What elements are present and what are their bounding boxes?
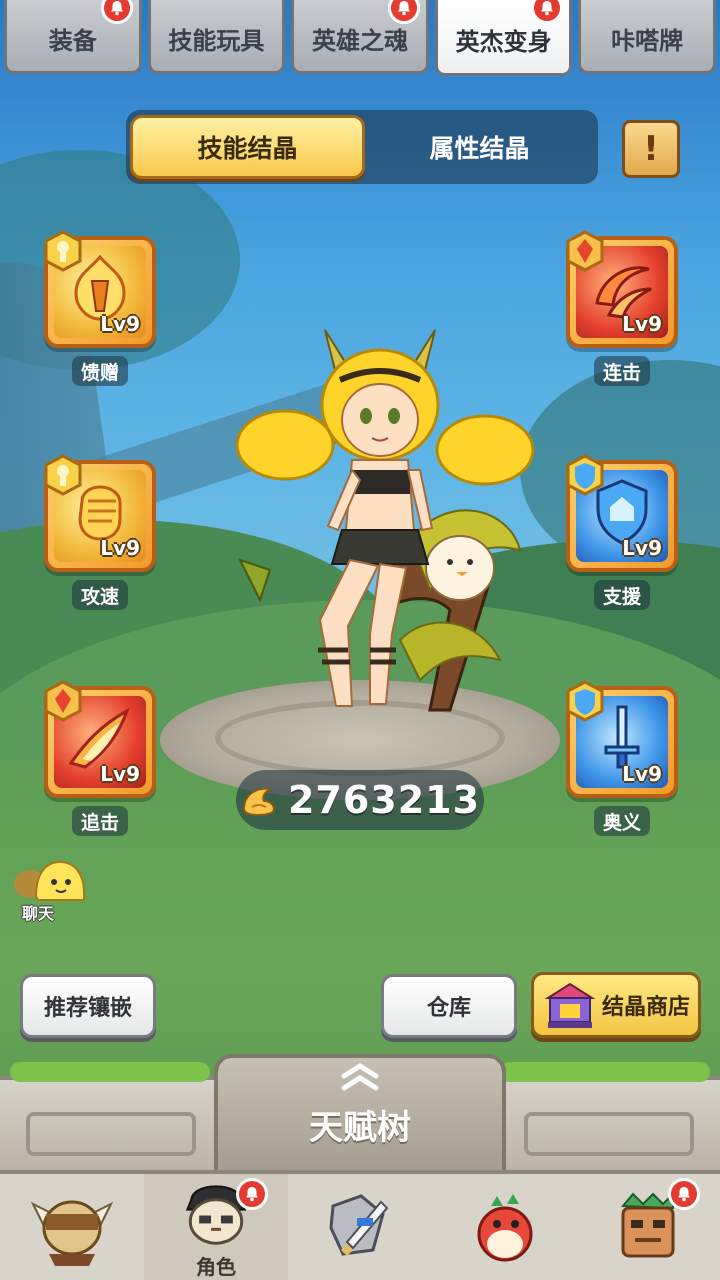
crystal-shop-button[interactable]: 结晶商店: [531, 972, 701, 1038]
chat-button[interactable]: 聊天: [8, 856, 88, 926]
tab-hero-transform[interactable]: 英杰变身: [434, 0, 573, 76]
crystal-type-switch: 技能结晶 属性结晶: [126, 110, 598, 184]
crystal-slot-gift[interactable]: Lv9 馈赠: [44, 230, 156, 386]
stone-panel: [524, 1112, 694, 1156]
top-tab-bar: 装备 技能玩具 英雄之魂 英杰变身 咔嗒牌: [0, 0, 720, 76]
notification-bell-icon: [236, 1178, 268, 1210]
nav-tribe[interactable]: [0, 1174, 144, 1280]
talent-tree-bar: 天赋树: [0, 1048, 720, 1180]
hero-character[interactable]: [230, 310, 540, 730]
slot-level: Lv9: [100, 312, 140, 336]
slot-level: Lv9: [622, 536, 662, 560]
tree-emblem-icon: [44, 230, 82, 272]
warehouse-button[interactable]: 仓库: [381, 974, 517, 1038]
sword-shield-icon: [329, 1194, 389, 1256]
tab-card[interactable]: 咔嗒牌: [578, 0, 716, 74]
tab-attribute-crystal[interactable]: 属性结晶: [365, 115, 594, 179]
tab-skill-crystal[interactable]: 技能结晶: [130, 115, 365, 179]
tab-hero-soul[interactable]: 英雄之魂: [291, 0, 429, 74]
crystal-claw-icon: [242, 787, 275, 817]
tab-label: 英雄之魂: [311, 27, 408, 55]
tab-equipment[interactable]: 装备: [4, 0, 142, 74]
slot-frame: Lv9: [566, 454, 678, 572]
notification-bell-icon: [668, 1178, 700, 1210]
slot-level: Lv9: [100, 536, 140, 560]
tree-emblem-icon: [44, 454, 82, 496]
tab-label: 装备: [48, 27, 97, 55]
grass-decoration: [10, 1062, 210, 1082]
bottom-nav: 角色: [0, 1170, 720, 1280]
shop-label: 结晶商店: [602, 995, 691, 1020]
recommend-inlay-button[interactable]: 推荐镶嵌: [20, 974, 156, 1038]
blue-shield-emblem-icon: [566, 454, 604, 496]
nav-totem[interactable]: [576, 1174, 720, 1280]
tab-label: 技能玩具: [168, 27, 265, 55]
slot-name: 支援: [594, 580, 650, 610]
blue-shield-emblem-icon: [566, 680, 604, 722]
crystal-slot-attack-speed[interactable]: Lv9 攻速: [44, 454, 156, 610]
notification-bell-icon: [531, 0, 564, 24]
nav-pet[interactable]: [432, 1174, 576, 1280]
slot-frame: Lv9: [566, 230, 678, 348]
nav-label: 角色: [196, 1255, 236, 1279]
slot-level: Lv9: [100, 762, 140, 786]
slot-name: 攻速: [72, 580, 128, 610]
nav-character[interactable]: 角色: [144, 1174, 288, 1280]
slot-frame: Lv9: [44, 680, 156, 798]
flame-emblem-icon: [566, 230, 604, 272]
stone-panel: [26, 1112, 196, 1156]
slot-frame: Lv9: [44, 454, 156, 572]
crystal-currency: 2763213: [236, 770, 484, 830]
chat-bubble-icon: [14, 860, 85, 901]
slot-name: 奥义: [594, 806, 650, 836]
crystal-slot-combo[interactable]: Lv9 连击: [566, 230, 678, 386]
tab-label: 咔嗒牌: [611, 27, 684, 55]
tribe-hero-icon: [30, 1200, 114, 1266]
slot-level: Lv9: [622, 312, 662, 336]
grass-decoration: [500, 1062, 710, 1082]
slot-frame: Lv9: [44, 230, 156, 348]
talent-tree-title: 天赋树: [309, 1108, 411, 1148]
slot-name: 连击: [594, 356, 650, 386]
currency-value: 2763213: [287, 778, 481, 822]
scroll-exclamation-icon[interactable]: !: [622, 120, 680, 178]
slot-frame: Lv9: [566, 680, 678, 798]
tab-label: 英杰变身: [455, 28, 552, 56]
slot-name: 追击: [72, 806, 128, 836]
slot-name: 馈赠: [72, 356, 128, 386]
crystal-slot-ultimate[interactable]: Lv9 奥义: [566, 680, 678, 836]
slot-level: Lv9: [622, 762, 662, 786]
chat-label: 聊天: [22, 904, 55, 923]
flame-emblem-icon: [44, 680, 82, 722]
shop-stall-icon: [544, 982, 596, 1028]
crystal-slot-support[interactable]: Lv9 支援: [566, 454, 678, 610]
chevron-up-icon[interactable]: [336, 1062, 384, 1092]
crystal-slot-pursuit[interactable]: Lv9 追击: [44, 680, 156, 836]
pet-dragon-icon: [477, 1194, 533, 1262]
nav-equipment[interactable]: [288, 1174, 432, 1280]
tab-skill-toys[interactable]: 技能玩具: [147, 0, 286, 74]
notification-bell-icon: [100, 0, 133, 24]
